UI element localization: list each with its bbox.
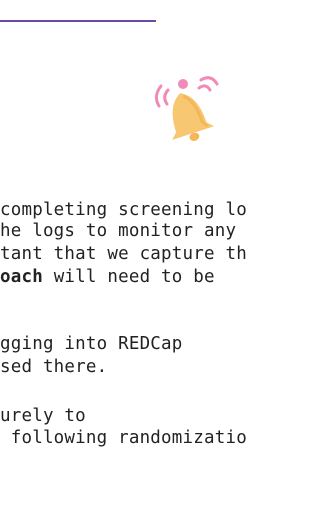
bell-knob: [178, 79, 188, 89]
header-divider: [0, 20, 156, 22]
bell-icon-graphic: [154, 76, 219, 141]
bell-icon: [149, 70, 229, 154]
bell-body: [172, 93, 215, 140]
bell-body-group: [172, 93, 215, 141]
instruction-line-3: tant that we capture th: [0, 244, 247, 264]
emphasis-word: oach: [0, 267, 43, 287]
instruction-line-4: oach will need to be: [0, 267, 322, 287]
ring-wave-right-outer: [199, 76, 219, 86]
redcap-line-1: gging into REDCap: [0, 334, 183, 354]
page: completing screening lo he logs to monit…: [0, 0, 322, 520]
instruction-line-2: he logs to monitor any: [0, 221, 237, 241]
ring-wave-left-inner: [163, 88, 170, 106]
randomization-line-2: following randomizatio: [0, 428, 247, 448]
ring-wave-right-inner: [197, 84, 212, 92]
redcap-line-2: sed there.: [0, 357, 108, 377]
instruction-line-4-rest: will need to be: [42, 267, 215, 287]
instruction-line-1: completing screening lo: [0, 200, 247, 220]
ring-wave-left-outer: [154, 84, 163, 108]
randomization-line-1: urely to: [0, 406, 86, 426]
